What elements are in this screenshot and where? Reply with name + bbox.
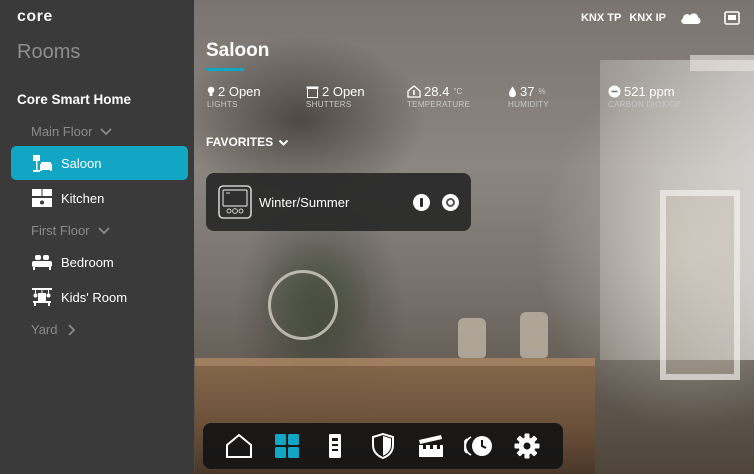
cloud-icon[interactable] <box>680 11 702 25</box>
stat-value: 2 Open <box>322 84 365 99</box>
sidebar-item-label: Bedroom <box>61 254 114 270</box>
stat-shutters[interactable]: 2 Open SHUTTERS <box>306 84 365 109</box>
stat-unit: °C <box>453 87 463 96</box>
window-frame <box>660 190 740 380</box>
sidebar-item-bedroom[interactable]: Bedroom <box>11 245 188 279</box>
co2-icon <box>608 85 621 98</box>
wall-sconce <box>268 270 338 340</box>
stat-value: 28.4 <box>424 84 450 99</box>
thermostat-panel-icon <box>218 185 252 219</box>
stat-humidity[interactable]: 37 % HUMIDITY <box>508 84 549 109</box>
nav-devices[interactable] <box>320 431 350 461</box>
floor-first[interactable]: First Floor <box>31 223 111 238</box>
knx-ip-status: KNX IP <box>629 12 666 24</box>
stat-unit: % <box>538 87 546 96</box>
screen-icon[interactable] <box>724 11 740 25</box>
grid-icon <box>275 434 299 458</box>
nav-scenes[interactable] <box>416 431 446 461</box>
stat-value: 2 Open <box>218 84 261 99</box>
sidebar-item-label: Saloon <box>61 155 102 171</box>
floor-yard[interactable]: Yard <box>31 322 79 337</box>
kitchen-icon <box>32 189 52 207</box>
title-underline <box>206 68 244 71</box>
vase <box>458 318 486 358</box>
home-icon <box>226 433 252 458</box>
sidebar-item-label: Kitchen <box>61 190 105 206</box>
nav-rooms[interactable] <box>272 431 302 461</box>
sidebar: core Rooms Core Smart Home Main Floor Sa… <box>0 0 194 474</box>
shutter-icon <box>306 86 319 98</box>
clock-icon <box>464 436 492 456</box>
kids-room-icon <box>32 288 52 306</box>
floor-label: Yard <box>31 322 58 337</box>
favorites-toggle[interactable]: FAVORITES <box>206 135 289 149</box>
sidebar-item-saloon[interactable]: Saloon <box>11 146 188 180</box>
stat-value: 37 <box>520 84 535 99</box>
sidebar-item-label: Kids' Room <box>61 289 128 305</box>
rooms-title: Rooms <box>17 41 81 63</box>
sidebar-item-kitchen[interactable]: Kitchen <box>11 181 188 215</box>
nav-settings[interactable] <box>512 431 542 461</box>
sidebar-item-kids-room[interactable]: Kids' Room <box>11 280 188 314</box>
device-panel-icon <box>329 434 341 458</box>
stat-value: 521 ppm <box>624 84 675 99</box>
stat-label: HUMIDITY <box>508 100 550 109</box>
floor-label: Main Floor <box>31 124 93 139</box>
bulb-icon <box>207 86 215 96</box>
stat-label: SHUTTERS <box>306 100 352 109</box>
favorites-label: FAVORITES <box>206 135 274 149</box>
sofa-lamp-icon <box>33 155 52 172</box>
page-title: Saloon <box>206 40 270 61</box>
floor-main[interactable]: Main Floor <box>31 124 113 139</box>
stat-label: TEMPERATURE <box>407 100 471 109</box>
connection-status: KNX TP KNX IP <box>581 11 740 25</box>
chevron-down-icon <box>100 127 113 135</box>
favorite-card[interactable]: Winter/Summer <box>206 173 471 231</box>
toggle-button[interactable] <box>442 194 459 211</box>
stat-label: LIGHTS <box>207 100 238 109</box>
stat-temperature[interactable]: 28.4 °C TEMPERATURE <box>407 84 470 109</box>
chevron-down-icon <box>278 139 289 146</box>
bottom-nav <box>203 423 563 469</box>
house-thermometer-icon <box>407 85 421 98</box>
stat-co2[interactable]: 521 ppm CARBON DIOXIDE <box>608 84 682 109</box>
shield-icon <box>372 433 394 459</box>
info-button[interactable] <box>413 194 430 211</box>
stat-lights[interactable]: 2 Open LIGHTS <box>207 84 261 109</box>
floor-label: First Floor <box>31 223 90 238</box>
chevron-down-icon <box>97 226 110 234</box>
nav-home[interactable] <box>224 431 254 461</box>
stat-label: CARBON DIOXIDE <box>608 100 682 109</box>
bed-icon <box>32 255 52 270</box>
clapperboard-icon <box>419 435 443 457</box>
favorite-device-name: Winter/Summer <box>259 195 350 210</box>
gear-icon <box>514 433 540 459</box>
core-logo: core <box>17 8 53 25</box>
chevron-right-icon <box>67 323 75 336</box>
wall-frame <box>690 55 754 71</box>
droplet-icon <box>509 86 516 97</box>
vase <box>520 312 548 358</box>
nav-schedules[interactable] <box>464 431 494 461</box>
knx-tp-status: KNX TP <box>580 12 622 24</box>
home-name[interactable]: Core Smart Home <box>17 92 131 107</box>
nav-security[interactable] <box>368 431 398 461</box>
